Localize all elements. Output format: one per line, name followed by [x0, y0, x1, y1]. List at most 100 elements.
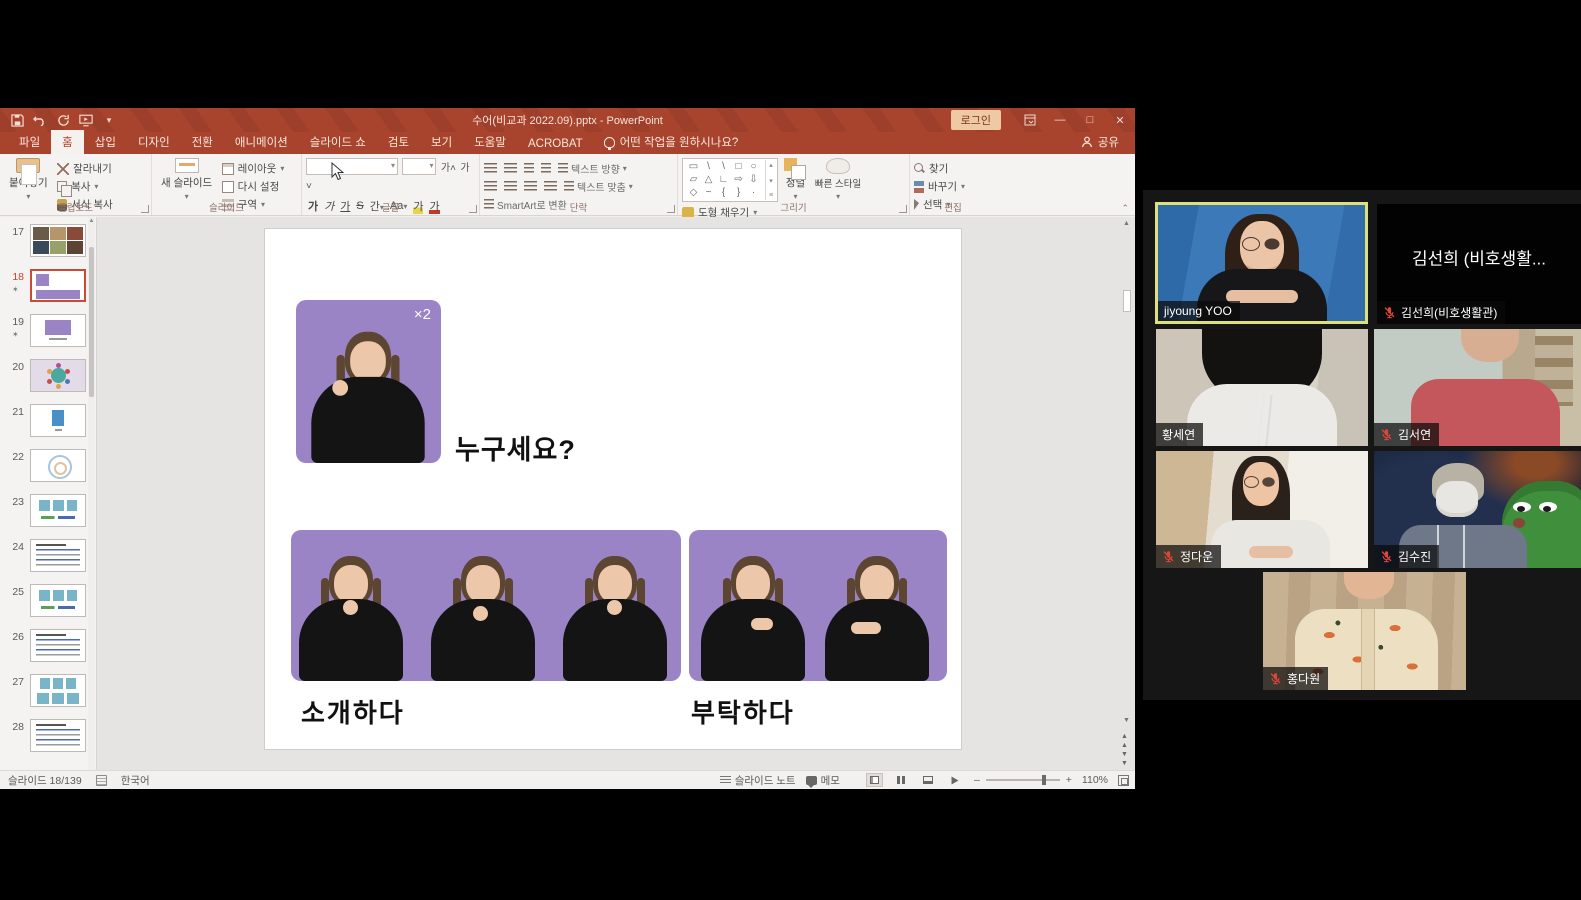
shape-icon[interactable]: ~: [701, 186, 716, 199]
shape-icon[interactable]: ▭: [686, 160, 701, 173]
shape-icon[interactable]: ·: [746, 186, 761, 199]
participant-video-tile-6[interactable]: 김수진: [1374, 451, 1581, 568]
close-button[interactable]: ✕: [1105, 108, 1135, 132]
font-size-combo[interactable]: [402, 158, 436, 175]
align-left-icon[interactable]: [484, 181, 497, 192]
font-name-combo[interactable]: [306, 158, 398, 175]
shapes-gallery[interactable]: ▭\\□○▱△∟⇨⇩◇~{}· ▴▾≡: [682, 158, 778, 202]
copy-button[interactable]: 복사▾: [57, 179, 113, 194]
find-button[interactable]: 찾기: [914, 161, 965, 176]
align-center-icon[interactable]: [504, 181, 517, 192]
sign-image-single[interactable]: ×2: [296, 300, 441, 463]
bullets-icon[interactable]: [484, 163, 497, 174]
thumbnail-preview[interactable]: [30, 224, 86, 257]
zoom-slider[interactable]: – +: [974, 774, 1072, 786]
slide-thumbnail-19[interactable]: 19✶: [0, 314, 96, 352]
thumbnail-preview[interactable]: [30, 584, 86, 617]
zoom-in-button[interactable]: +: [1066, 774, 1072, 786]
prev-next-slide-buttons[interactable]: ▲▲▼▼: [1118, 732, 1131, 768]
new-slide-button[interactable]: 새 슬라이드▾: [156, 158, 217, 201]
tab-디자인[interactable]: 디자인: [127, 130, 181, 154]
drawing-dialog-launcher[interactable]: [899, 205, 907, 213]
notes-toggle-button[interactable]: 슬라이드 노트: [720, 773, 796, 788]
comments-button[interactable]: 메모: [806, 773, 840, 788]
scroll-up-icon[interactable]: ▲: [88, 218, 95, 224]
maximize-button[interactable]: □: [1075, 108, 1105, 132]
thumbnail-preview[interactable]: [30, 494, 86, 527]
tab-도움말[interactable]: 도움말: [463, 130, 517, 154]
participant-video-tile-3[interactable]: 황세연: [1156, 329, 1368, 446]
tab-삽입[interactable]: 삽입: [84, 130, 127, 154]
login-button[interactable]: 로그인: [951, 110, 1001, 130]
start-slideshow-icon[interactable]: [79, 113, 93, 127]
tab-ACROBAT[interactable]: ACROBAT: [517, 134, 594, 154]
shape-icon[interactable]: \: [716, 160, 731, 173]
shapes-gallery-scrollbar[interactable]: ▴▾≡: [765, 160, 776, 200]
slide-question-text[interactable]: 누구세요?: [455, 428, 576, 467]
slide-thumbnail-20[interactable]: 20: [0, 359, 96, 397]
qat-customize-icon[interactable]: ▾: [102, 113, 116, 127]
fit-to-window-icon[interactable]: [1118, 775, 1129, 786]
layout-button[interactable]: 레이아웃▾: [222, 161, 285, 176]
participant-video-tile-1[interactable]: jiyoung YOO: [1155, 202, 1368, 324]
font-dialog-launcher[interactable]: [469, 205, 477, 213]
participant-video-tile-4[interactable]: 김서연: [1374, 329, 1581, 446]
sign-panel-introduce[interactable]: [291, 530, 681, 681]
increase-indent-icon[interactable]: [541, 163, 551, 174]
minimize-button[interactable]: —: [1045, 108, 1075, 132]
quick-styles-button[interactable]: 빠른 스타일▾: [813, 158, 863, 201]
spellcheck-icon[interactable]: [96, 775, 107, 786]
scroll-up-arrow[interactable]: ▲: [1120, 220, 1133, 227]
slide-thumbnail-27[interactable]: 27: [0, 674, 96, 712]
slide-thumbnail-24[interactable]: 24: [0, 539, 96, 577]
shape-icon[interactable]: ▱: [686, 173, 701, 186]
grow-font-button[interactable]: 가˄: [441, 163, 456, 174]
language-indicator[interactable]: 한국어: [121, 773, 150, 788]
thumbnail-preview[interactable]: [30, 314, 86, 347]
thumbnail-preview[interactable]: [30, 539, 86, 572]
slideshow-view-button[interactable]: [947, 773, 964, 787]
slide-scrollbar[interactable]: ▲ ▼ ▲▲▼▼: [1120, 217, 1133, 770]
paste-button[interactable]: 붙여넣기▾: [4, 158, 53, 201]
justify-icon[interactable]: [544, 181, 557, 192]
thumbnail-preview[interactable]: [30, 629, 86, 662]
zoom-track[interactable]: [986, 779, 1060, 781]
scroll-down-arrow[interactable]: ▼: [1120, 717, 1133, 724]
tell-me-box[interactable]: 어떤 작업을 원하시나요?: [594, 134, 749, 154]
redo-icon[interactable]: [56, 113, 70, 127]
decrease-indent-icon[interactable]: [524, 163, 534, 174]
shape-icon[interactable]: ∟: [716, 173, 731, 186]
thumbnail-scrollbar[interactable]: ▲: [88, 217, 95, 770]
paragraph-dialog-launcher[interactable]: [667, 205, 675, 213]
slide-canvas[interactable]: ×2 누구세요?: [264, 228, 962, 750]
thumbnail-preview[interactable]: [30, 674, 86, 707]
arrange-button[interactable]: 정렬▾: [782, 158, 808, 201]
save-icon[interactable]: [10, 113, 24, 127]
slide-thumbnail-22[interactable]: 22: [0, 449, 96, 487]
ribbon-display-options-icon[interactable]: [1015, 108, 1045, 132]
shape-icon[interactable]: △: [701, 173, 716, 186]
shape-icon[interactable]: {: [716, 186, 731, 199]
zoom-out-button[interactable]: –: [974, 774, 980, 786]
collapse-ribbon-icon[interactable]: ⌃: [1121, 203, 1129, 214]
thumbnail-scroll-thumb[interactable]: [89, 247, 94, 397]
replace-button[interactable]: 바꾸기▾: [914, 179, 965, 194]
slide-thumbnail-17[interactable]: 17: [0, 224, 96, 262]
normal-view-button[interactable]: [866, 773, 883, 787]
reading-view-button[interactable]: [920, 773, 937, 787]
thumbnail-preview[interactable]: [30, 719, 86, 752]
shape-icon[interactable]: ⇨: [731, 173, 746, 186]
shape-icon[interactable]: ◇: [686, 186, 701, 199]
participant-video-tile-7[interactable]: 홍다원: [1263, 572, 1466, 690]
reset-button[interactable]: 다시 설정: [222, 179, 285, 194]
sign-panel-request[interactable]: [689, 530, 947, 681]
participant-video-tile-2[interactable]: 김선희 (비호생활... 김선희(비호생활관): [1377, 204, 1581, 324]
tab-전환[interactable]: 전환: [181, 130, 224, 154]
undo-icon[interactable]: [33, 113, 47, 127]
slide-thumbnail-26[interactable]: 26: [0, 629, 96, 667]
tab-검토[interactable]: 검토: [377, 130, 420, 154]
zoom-level[interactable]: 110%: [1082, 774, 1108, 786]
align-right-icon[interactable]: [524, 181, 537, 192]
tab-슬라이드 쇼[interactable]: 슬라이드 쇼: [299, 130, 377, 154]
align-text-button[interactable]: 텍스트 맞춤▾: [564, 179, 633, 194]
